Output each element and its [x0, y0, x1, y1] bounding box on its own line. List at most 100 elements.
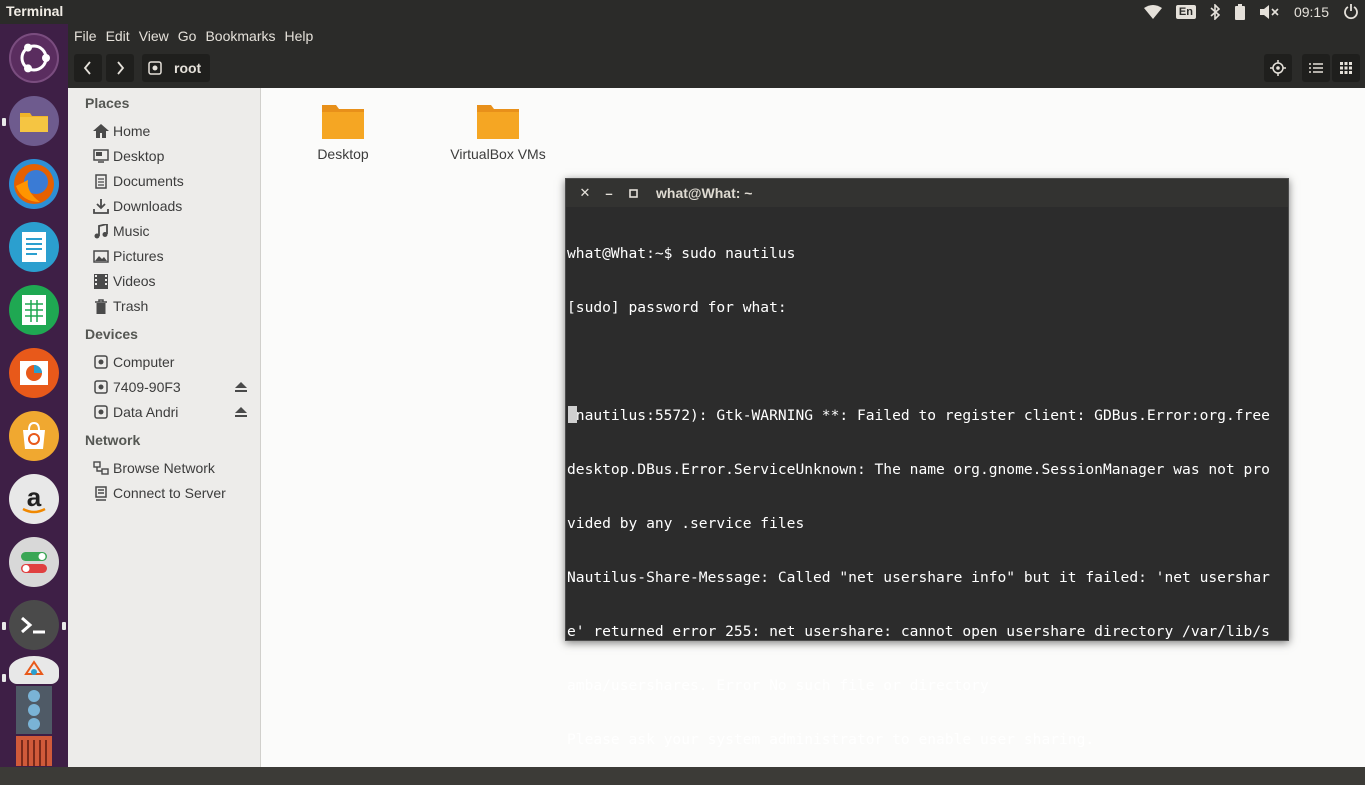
folder-item[interactable]: Desktop [307, 102, 379, 162]
network-icon [93, 460, 109, 476]
system-settings-icon[interactable] [9, 537, 59, 587]
sidebar-item-data-andri[interactable]: Data Andri [93, 402, 178, 422]
menu-go[interactable]: Go [178, 28, 197, 44]
picture-icon [93, 248, 109, 264]
bluetooth-icon[interactable] [1210, 4, 1220, 20]
minimize-icon[interactable]: – [600, 184, 618, 202]
sidebar-item-label: Trash [113, 298, 149, 314]
path-bar-root[interactable]: root [142, 54, 210, 82]
terminal-line: (nautilus:5572): Gtk-WARNING **: Failed … [567, 407, 1270, 424]
maximize-icon[interactable] [624, 184, 642, 202]
sidebar-item-downloads[interactable]: Downloads [93, 196, 182, 216]
folder-icon [477, 105, 519, 139]
menu-bookmarks[interactable]: Bookmarks [205, 28, 275, 44]
network-heading: Network [85, 432, 141, 448]
battery-icon[interactable] [1234, 4, 1246, 20]
sidebar-item-videos[interactable]: Videos [93, 271, 156, 291]
libreoffice-impress-icon[interactable] [9, 348, 59, 398]
workspace-stack-icon [16, 686, 52, 734]
folder-item[interactable]: VirtualBox VMs [444, 102, 552, 162]
amazon-icon[interactable]: a [9, 474, 59, 524]
ubuntu-dash-icon[interactable] [9, 33, 59, 83]
eject-icon[interactable] [234, 405, 248, 419]
libreoffice-calc-icon[interactable] [9, 285, 59, 335]
svg-text:a: a [27, 482, 42, 512]
terminal-cursor [568, 406, 577, 423]
sidebar-item-pictures[interactable]: Pictures [93, 246, 164, 266]
sidebar-item-home[interactable]: Home [93, 121, 150, 141]
drive-icon [93, 404, 109, 420]
sidebar-item-label: Music [113, 223, 150, 239]
terminal-window[interactable]: ✕ – what@What: ~ what@What:~$ sudo nauti… [565, 178, 1289, 748]
desktop-icon [93, 148, 109, 164]
sidebar-item-label: Desktop [113, 148, 165, 164]
folder-label: Desktop [317, 146, 369, 162]
terminal-line: e' returned error 255: net usershare: ca… [567, 623, 1270, 640]
drive-icon [93, 379, 109, 395]
libreoffice-writer-icon[interactable] [9, 222, 59, 272]
trash-launcher-icon[interactable] [16, 736, 52, 766]
terminal-line: what@What:~$ sudo nautilus [567, 245, 796, 262]
sidebar-item-computer[interactable]: Computer [93, 352, 174, 372]
ubuntu-software-icon[interactable] [9, 411, 59, 461]
sidebar-item-documents[interactable]: Documents [93, 171, 184, 191]
volume-muted-icon[interactable] [1259, 5, 1280, 19]
location-button[interactable] [1264, 54, 1292, 82]
top-panel: Terminal En 09:15 [0, 0, 1365, 24]
wifi-icon[interactable] [1143, 5, 1162, 19]
terminal-titlebar[interactable]: ✕ – what@What: ~ [566, 179, 1288, 207]
power-icon[interactable] [1343, 4, 1359, 20]
sidebar-item-label: Browse Network [113, 460, 215, 476]
clock[interactable]: 09:15 [1294, 4, 1329, 20]
back-button[interactable] [74, 54, 102, 82]
terminal-icon[interactable] [9, 600, 59, 650]
close-icon[interactable]: ✕ [576, 184, 594, 202]
firefox-icon[interactable] [9, 159, 59, 209]
crosshair-icon [1270, 60, 1286, 76]
home-icon [93, 123, 109, 139]
menu-file[interactable]: File [74, 28, 97, 44]
list-icon [1309, 63, 1323, 73]
running-indicator [2, 622, 6, 630]
sidebar: Places Home Desktop Documents Downloads … [68, 88, 261, 767]
list-view-button[interactable] [1302, 54, 1330, 82]
toolbar: root [68, 48, 1365, 88]
focused-indicator [62, 622, 66, 630]
sidebar-item-label: 7409-90F3 [113, 379, 181, 395]
active-app-title: Terminal [6, 3, 64, 19]
sidebar-item-trash[interactable]: Trash [93, 296, 148, 316]
music-icon [93, 223, 109, 239]
terminal-output[interactable]: what@What:~$ sudo nautilus [sudo] passwo… [567, 209, 1287, 785]
forward-button[interactable] [106, 54, 134, 82]
sidebar-item-label: Documents [113, 173, 184, 189]
sidebar-item-7409-90f3[interactable]: 7409-90F3 [93, 377, 181, 397]
workspace-switcher-icon[interactable] [9, 656, 59, 684]
eject-icon[interactable] [234, 380, 248, 394]
sidebar-item-label: Connect to Server [113, 485, 226, 501]
sidebar-item-connect-to-server[interactable]: Connect to Server [93, 483, 226, 503]
menu-help[interactable]: Help [285, 28, 314, 44]
places-heading: Places [85, 95, 130, 111]
grid-view-button[interactable] [1332, 54, 1360, 82]
terminal-line: Nautilus-Share-Message: Called "net user… [567, 569, 1270, 586]
terminal-title: what@What: ~ [656, 185, 753, 201]
sidebar-item-label: Data Andri [113, 404, 179, 420]
sidebar-item-browse-network[interactable]: Browse Network [93, 458, 215, 478]
folder-icon [322, 105, 364, 139]
menu-view[interactable]: View [139, 28, 169, 44]
launcher: a [0, 24, 68, 767]
sidebar-item-desktop[interactable]: Desktop [93, 146, 164, 166]
keyboard-language-indicator[interactable]: En [1175, 5, 1196, 19]
menu-edit[interactable]: Edit [106, 28, 130, 44]
files-icon[interactable] [9, 96, 59, 146]
terminal-line: [sudo] password for what: [567, 299, 787, 316]
chevron-left-icon [83, 61, 91, 75]
sidebar-item-music[interactable]: Music [93, 221, 150, 241]
terminal-line: amba/usershares. Error No such file or d… [567, 677, 989, 694]
server-icon [93, 485, 109, 501]
folder-label: VirtualBox VMs [450, 146, 546, 162]
drive-icon [148, 61, 162, 75]
menubar: File Edit View Go Bookmarks Help [68, 24, 1365, 48]
download-icon [93, 198, 109, 214]
